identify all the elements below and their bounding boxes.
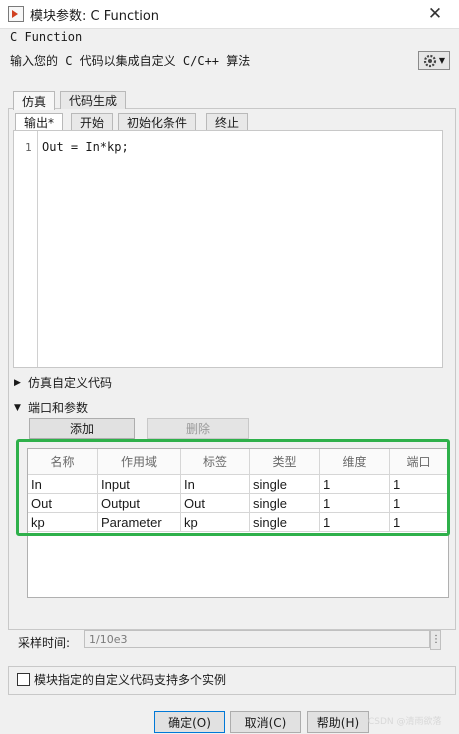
column-header-scope[interactable]: 作用域: [97, 449, 181, 475]
sim-custom-code-section[interactable]: ▶ 仿真自定义代码: [14, 374, 112, 391]
cell-type[interactable]: single: [249, 512, 320, 532]
ports-params-label: 端口和参数: [28, 401, 89, 415]
window-title: 模块参数: C Function: [30, 8, 160, 24]
cell-dimension[interactable]: 1: [319, 512, 390, 532]
expand-right-icon: ▶: [14, 377, 21, 388]
ports-table: 名称 作用域 标签 类型 维度 端口 In Input In single 1 …: [28, 449, 448, 532]
gear-icon-graphic: [423, 54, 437, 67]
cell-port[interactable]: 1: [389, 493, 448, 513]
block-description: 输入您的 C 代码以集成自定义 C/C++ 算法: [10, 54, 251, 68]
sim-custom-code-label: 仿真自定义代码: [28, 376, 113, 390]
column-header-label[interactable]: 标签: [180, 449, 250, 475]
watermark: CSDN @清雨欲落: [368, 717, 442, 727]
cancel-button[interactable]: 取消(C): [230, 711, 301, 733]
table-row[interactable]: kp Parameter kp single 1 1: [28, 512, 448, 532]
subtab-start[interactable]: 开始: [71, 113, 114, 130]
cell-dimension[interactable]: 1: [319, 493, 390, 513]
dropdown-arrow-icon: ▼: [438, 56, 446, 65]
column-header-dimension[interactable]: 维度: [319, 449, 390, 475]
help-button[interactable]: 帮助(H): [307, 711, 369, 733]
cell-scope[interactable]: Parameter: [97, 512, 181, 532]
cell-port[interactable]: 1: [389, 512, 448, 532]
line-number: 1: [25, 141, 32, 154]
tab-simulation[interactable]: 仿真: [13, 91, 56, 110]
sample-time-input[interactable]: 1/10e3: [84, 630, 430, 648]
simulink-app-icon: [8, 6, 24, 22]
sample-time-label: 采样时间:: [18, 636, 71, 650]
subtab-initialize[interactable]: 初始化条件: [118, 113, 197, 130]
code-editor[interactable]: 1 Out = In*kp;: [13, 130, 443, 368]
table-row[interactable]: In Input In single 1 1: [28, 474, 448, 494]
more-options-icon[interactable]: ⋮: [430, 630, 441, 650]
subtab-terminate[interactable]: 终止: [206, 113, 249, 130]
column-header-name[interactable]: 名称: [28, 449, 98, 475]
cell-scope[interactable]: Output: [97, 493, 181, 513]
table-header-row: 名称 作用域 标签 类型 维度 端口: [28, 449, 448, 475]
block-type-label: C Function: [10, 30, 83, 44]
ports-params-section[interactable]: ▼ 端口和参数: [14, 399, 88, 416]
line-number-gutter: 1: [14, 131, 38, 367]
add-button[interactable]: 添加: [29, 418, 135, 439]
column-header-port[interactable]: 端口: [389, 449, 448, 475]
tab-code-generation[interactable]: 代码生成: [60, 91, 127, 109]
cell-label[interactable]: kp: [180, 512, 250, 532]
cell-port[interactable]: 1: [389, 474, 448, 494]
collapse-down-icon: ▼: [14, 402, 21, 413]
subtab-output[interactable]: 输出*: [15, 113, 64, 130]
cell-name[interactable]: kp: [28, 512, 98, 532]
column-header-type[interactable]: 类型: [249, 449, 320, 475]
ports-table-area: 名称 作用域 标签 类型 维度 端口 In Input In single 1 …: [27, 448, 449, 598]
title-bar: 模块参数: C Function ✕: [0, 0, 459, 29]
close-icon[interactable]: ✕: [425, 4, 445, 24]
cell-type[interactable]: single: [249, 493, 320, 513]
gear-icon[interactable]: ▼: [418, 51, 450, 70]
cell-name[interactable]: Out: [28, 493, 98, 513]
multi-instance-label: 模块指定的自定义代码支持多个实例: [34, 673, 227, 687]
code-line[interactable]: Out = In*kp;: [42, 140, 129, 154]
table-row[interactable]: Out Output Out single 1 1: [28, 493, 448, 513]
delete-button[interactable]: 删除: [147, 418, 249, 439]
cell-scope[interactable]: Input: [97, 474, 181, 494]
cell-dimension[interactable]: 1: [319, 474, 390, 494]
cell-label[interactable]: In: [180, 474, 250, 494]
cell-type[interactable]: single: [249, 474, 320, 494]
cell-label[interactable]: Out: [180, 493, 250, 513]
cell-name[interactable]: In: [28, 474, 98, 494]
ok-button[interactable]: 确定(O): [154, 711, 225, 733]
multi-instance-checkbox[interactable]: [17, 673, 30, 686]
